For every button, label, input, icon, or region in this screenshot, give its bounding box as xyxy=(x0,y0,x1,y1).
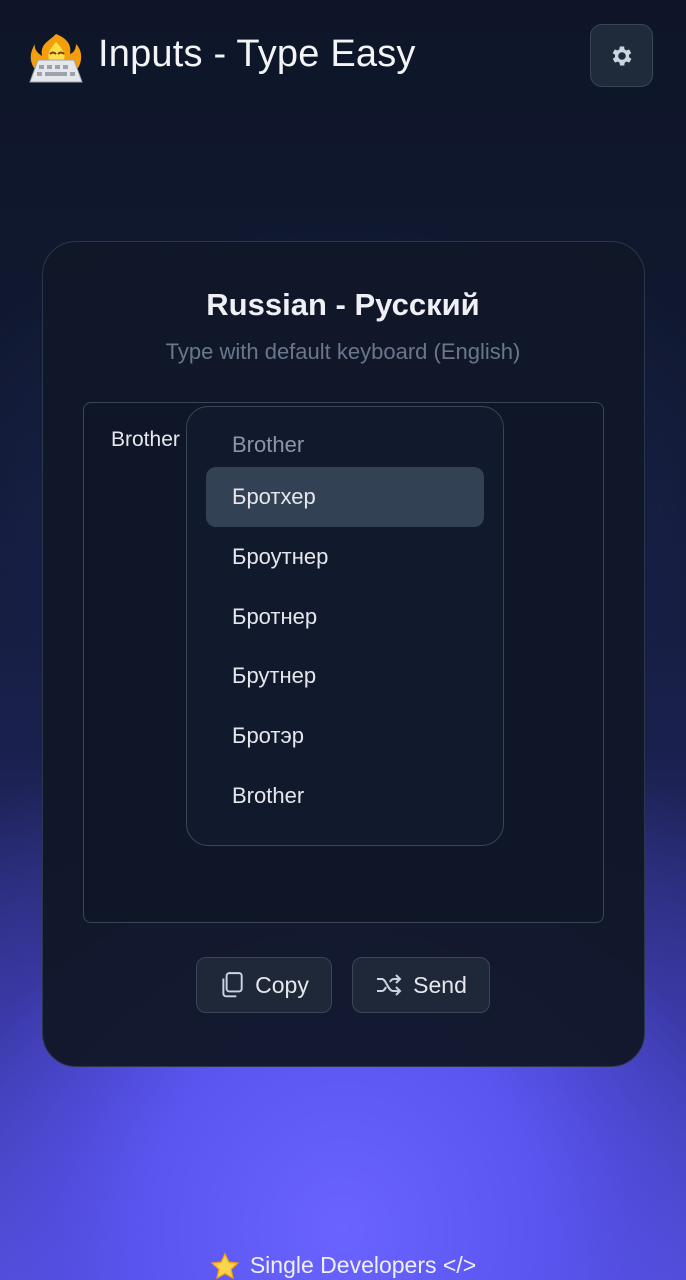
gear-icon xyxy=(612,45,631,66)
language-subtitle: Type with default keyboard (English) xyxy=(165,339,521,364)
copy-label: Copy xyxy=(255,971,309,998)
copy-button[interactable]: Copy xyxy=(196,957,332,1013)
suggestion-item[interactable]: Бротнер xyxy=(206,587,484,647)
suggestion-item[interactable]: Brother xyxy=(206,766,484,826)
settings-button[interactable] xyxy=(590,24,653,87)
suggestion-item[interactable]: Брутнер xyxy=(206,646,484,706)
app-title: Inputs - Type Easy xyxy=(98,33,416,75)
suggestion-source-word: Brother xyxy=(232,432,305,457)
app-header: Inputs - Type Easy xyxy=(0,0,686,115)
typed-text: Brother xyxy=(111,428,180,451)
suggestion-item[interactable]: Броутнер xyxy=(206,527,484,587)
language-title: Russian - Русский xyxy=(206,287,480,322)
footer: Single Developers </> xyxy=(0,1252,686,1280)
suggestion-item[interactable]: Бротэр xyxy=(206,706,484,766)
footer-text[interactable]: Single Developers </> xyxy=(250,1252,476,1279)
send-button[interactable]: Send xyxy=(352,957,490,1013)
star-icon xyxy=(210,1252,240,1280)
suggestion-item[interactable]: Бротхер xyxy=(206,467,484,527)
fire-keyboard-icon xyxy=(29,34,83,83)
send-label: Send xyxy=(413,971,467,998)
copy-icon xyxy=(222,972,243,998)
shuffle-icon xyxy=(377,974,402,996)
